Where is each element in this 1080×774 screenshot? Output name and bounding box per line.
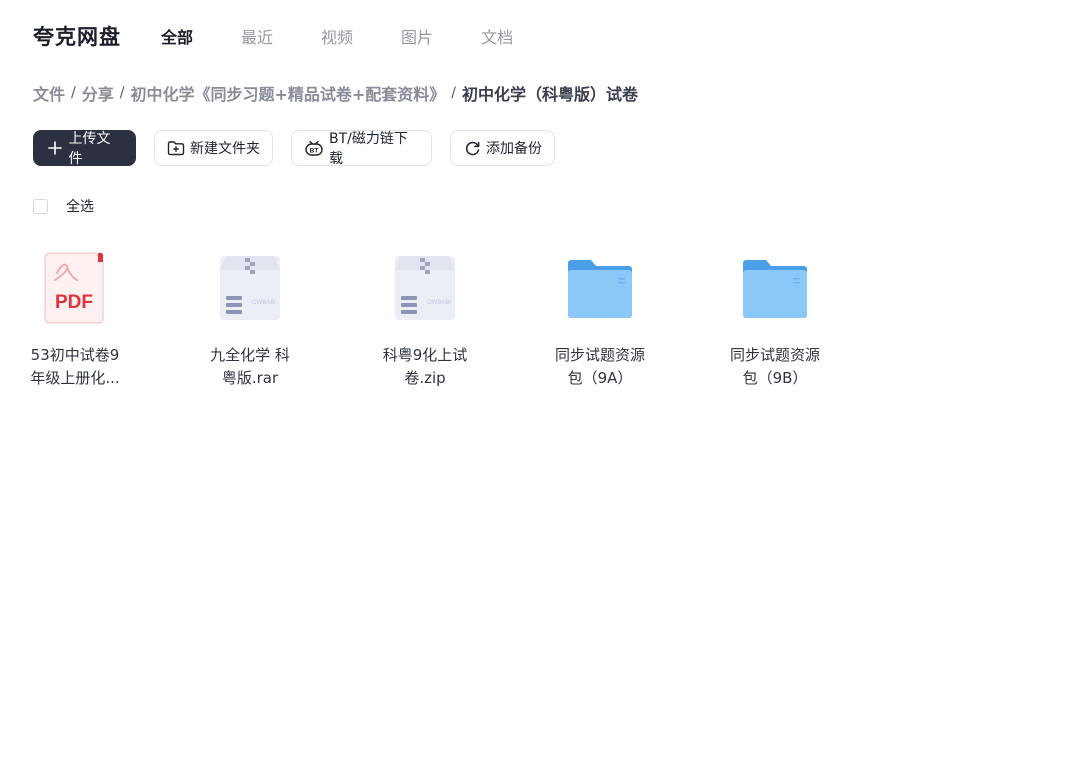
archive-file-icon: OWBAB/ <box>210 248 290 328</box>
file-name: 科粤9化上试 卷.zip <box>382 346 468 387</box>
new-folder-icon <box>167 139 185 157</box>
tab-video[interactable]: 视频 <box>321 24 353 48</box>
tab-images[interactable]: 图片 <box>401 24 433 48</box>
folder-item-9b[interactable]: 同步试题资源 包（9B） <box>720 248 830 390</box>
quark-drive-page: 夸克网盘 全部 最近 视频 图片 文档 文件 / 分享 / 初中化学《同步习题+… <box>0 0 1080 774</box>
add-backup-button[interactable]: 添加备份 <box>450 130 555 166</box>
upload-button-label: 上传文件 <box>68 131 111 167</box>
new-folder-button-label: 新建文件夹 <box>190 141 260 157</box>
folder-name: 同步试题资源 包（9B） <box>729 346 820 387</box>
folder-item-9a[interactable]: 同步试题资源 包（9A） <box>545 248 655 390</box>
file-name: 九全化学 科 粤版.rar <box>210 346 290 387</box>
select-all-checkbox[interactable] <box>33 198 48 214</box>
breadcrumb-separator: / <box>451 85 457 101</box>
app-logo[interactable]: 夸克网盘 <box>33 21 121 51</box>
file-item-rar[interactable]: OWBAB/ 九全化学 科 粤版.rar <box>195 248 305 390</box>
pdf-file-icon: PDF <box>35 248 115 328</box>
svg-text:BT: BT <box>310 148 319 155</box>
new-folder-button[interactable]: 新建文件夹 <box>154 130 273 166</box>
tab-all[interactable]: 全部 <box>161 24 193 48</box>
top-nav: 夸克网盘 全部 最近 视频 图片 文档 <box>33 20 561 52</box>
file-item-pdf[interactable]: PDF 53初中试卷9 年级上册化... <box>20 248 130 390</box>
select-all-row: 全选 <box>33 196 94 216</box>
upload-button[interactable]: 上传文件 <box>33 130 136 167</box>
bt-icon: BT <box>304 139 324 157</box>
archive-file-icon: OWBAB/ <box>385 248 465 328</box>
file-item-zip[interactable]: OWBAB/ 科粤9化上试 卷.zip <box>370 248 480 390</box>
bt-download-button-label: BT/磁力链下载 <box>329 131 408 167</box>
select-all-label[interactable]: 全选 <box>66 196 94 216</box>
breadcrumb-share[interactable]: 分享 <box>82 81 114 105</box>
plus-icon <box>46 139 64 157</box>
folder-icon <box>735 248 815 328</box>
action-toolbar: 上传文件 新建文件夹 BT BT/磁力链下载 添加备份 <box>33 130 573 167</box>
bt-magnet-download-button[interactable]: BT BT/磁力链下载 <box>291 130 432 167</box>
svg-text:OWBAB/: OWBAB/ <box>427 300 451 306</box>
add-backup-button-label: 添加备份 <box>486 141 542 157</box>
file-name: 53初中试卷9 年级上册化... <box>30 346 120 387</box>
breadcrumb-files[interactable]: 文件 <box>33 81 65 105</box>
backup-sync-icon <box>463 139 481 157</box>
folder-name: 同步试题资源 包（9A） <box>554 346 645 387</box>
breadcrumb: 文件 / 分享 / 初中化学《同步习题+精品试卷+配套资料》 / 初中化学（科粤… <box>33 82 638 104</box>
tab-documents[interactable]: 文档 <box>481 24 513 48</box>
tab-recent[interactable]: 最近 <box>241 24 273 48</box>
breadcrumb-separator: / <box>119 85 125 101</box>
svg-text:PDF: PDF <box>55 292 93 313</box>
breadcrumb-separator: / <box>71 85 76 101</box>
breadcrumb-current-folder: 初中化学（科粤版）试卷 <box>462 85 639 104</box>
file-grid: PDF 53初中试卷9 年级上册化... OWBAB/ 九全化学 科 粤版.ra… <box>20 248 895 390</box>
folder-icon <box>560 248 640 328</box>
svg-text:OWBAB/: OWBAB/ <box>252 300 276 306</box>
breadcrumb-parent-folder[interactable]: 初中化学《同步习题+精品试卷+配套资料》 <box>130 81 445 105</box>
